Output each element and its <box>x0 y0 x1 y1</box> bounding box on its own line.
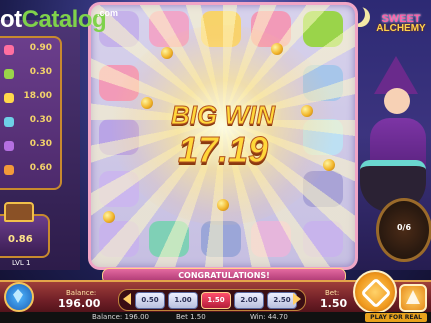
paytable-row: 0.30 <box>4 138 56 154</box>
watermark-logo: otCatalog <box>0 6 107 34</box>
footer-bet: Bet 1.50 <box>176 313 206 321</box>
blue-candy-icon <box>4 117 14 127</box>
big-win-title: BIG WIN <box>171 100 276 131</box>
autoplay-button[interactable] <box>399 284 427 312</box>
game-logo: SWEET ALCHEMY <box>372 14 430 34</box>
spin-button[interactable] <box>353 270 397 314</box>
bet-chip[interactable]: 1.00 <box>168 292 198 309</box>
reel-grid: BIG WIN 17.19 <box>88 2 358 270</box>
menu-button[interactable] <box>4 282 34 312</box>
heart-candy-icon <box>4 45 14 55</box>
coin-icon <box>271 43 283 55</box>
bet-value: 1.50 <box>320 297 348 310</box>
star-candy-icon <box>4 93 14 103</box>
orange-candy-icon <box>4 165 14 175</box>
feature-meter: 0.86 <box>0 202 50 258</box>
autoplay-icon <box>406 290 420 304</box>
footer-win: Win: 44.70 <box>250 313 288 321</box>
spin-icon <box>360 277 392 309</box>
win-amount: 17.19 <box>177 129 269 171</box>
bet-chip[interactable]: 2.00 <box>234 292 264 309</box>
feature-value: 0.86 <box>8 234 33 245</box>
purple-candy-icon <box>4 141 14 151</box>
game-logo-line2: ALCHEMY <box>376 23 426 34</box>
paytable-row: 0.30 <box>4 66 56 82</box>
coin-icon <box>103 211 115 223</box>
balance-value: 196.00 <box>58 297 101 310</box>
watermark-suffix: .com <box>97 8 119 18</box>
bet-chip[interactable]: 0.50 <box>135 292 165 309</box>
paytable-row: 0.30 <box>4 114 56 130</box>
watermark-text-b: Catalog <box>21 6 107 33</box>
treasure-chest-icon <box>4 202 34 222</box>
play-for-real-button[interactable]: PLAY FOR REAL <box>365 313 427 322</box>
gem-icon <box>13 289 23 303</box>
bet-selector: 0.50 1.00 1.50 2.00 2.50 <box>118 289 306 311</box>
level-label: LVL 1 <box>12 259 31 267</box>
meter-value: 0/6 <box>396 223 412 232</box>
bet-label: Bet: <box>325 289 340 297</box>
paytable-row: 0.90 <box>4 42 56 58</box>
bet-chip-selected[interactable]: 1.50 <box>201 292 231 309</box>
paytable-panel: 0.90 0.30 18.00 0.30 0.30 0.60 <box>0 36 62 190</box>
bet-increase-arrow-icon[interactable] <box>293 293 301 305</box>
jelly-bean-icon <box>4 69 14 79</box>
balance-label: Balance: <box>66 289 97 297</box>
paytable-row: 0.60 <box>4 162 56 178</box>
paytable-row: 18.00 <box>4 90 56 106</box>
progress-meter: 0/6 <box>376 198 431 262</box>
footer-balance: Balance: 196.00 <box>92 313 149 321</box>
coin-icon <box>217 199 229 211</box>
watermark-text-a: ot <box>0 6 22 33</box>
coin-icon <box>161 47 173 59</box>
footer-bar: Balance: 196.00 Bet 1.50 Win: 44.70 PLAY… <box>0 312 431 323</box>
game-scene: otCatalog .com SWEET ALCHEMY 0.90 0.30 1… <box>0 0 431 323</box>
witch-face <box>384 88 410 114</box>
bet-decrease-arrow-icon[interactable] <box>123 293 131 305</box>
